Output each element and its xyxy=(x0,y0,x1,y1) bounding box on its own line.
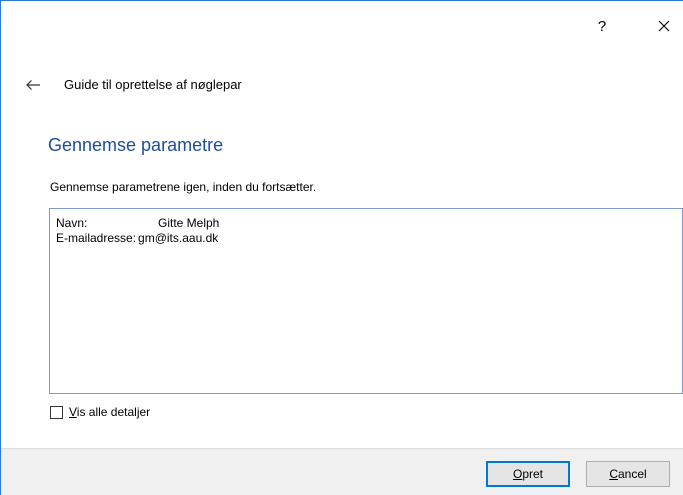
label-rest: is alle detaljer xyxy=(76,405,151,419)
create-button[interactable]: Opret xyxy=(486,461,570,487)
instruction-text: Gennemse parametrene igen, inden du fort… xyxy=(50,180,317,194)
cancel-button[interactable]: Cancel xyxy=(586,461,670,487)
param-value: gm@its.aau.dk xyxy=(138,231,219,245)
mnemonic-letter: C xyxy=(609,467,618,481)
param-row-email: E-mailadresse: gm@its.aau.dk xyxy=(56,231,682,246)
footer-bar: Opret Cancel xyxy=(1,448,683,495)
wizard-window: ? Guide til oprettelse af nøglepar Genne… xyxy=(0,0,683,495)
show-details-checkbox-row[interactable]: Vis alle detaljer xyxy=(50,405,150,419)
button-label-rest: ancel xyxy=(617,467,647,481)
help-label: ? xyxy=(597,17,607,35)
help-button[interactable]: ? xyxy=(579,11,625,41)
param-value: Gitte Melph xyxy=(158,216,220,230)
mnemonic-letter: V xyxy=(69,405,77,419)
show-details-checkbox[interactable] xyxy=(50,405,63,419)
param-key: Navn: xyxy=(56,216,88,230)
back-arrow-icon xyxy=(26,80,40,90)
show-details-label[interactable]: Vis alle detaljer xyxy=(69,405,150,419)
parameters-box[interactable]: Navn: Gitte Melph E-mailadresse: gm@its.… xyxy=(49,208,683,394)
wizard-title: Guide til oprettelse af nøglepar xyxy=(64,77,242,92)
close-icon xyxy=(658,20,670,32)
close-button[interactable] xyxy=(641,11,683,41)
back-button[interactable] xyxy=(21,75,45,95)
param-row-name: Navn: Gitte Melph xyxy=(56,216,682,231)
button-label-rest: pret xyxy=(522,467,544,481)
param-key: E-mailadresse: xyxy=(56,231,137,245)
mnemonic-letter: O xyxy=(512,467,523,481)
page-heading: Gennemse parametre xyxy=(48,135,224,155)
